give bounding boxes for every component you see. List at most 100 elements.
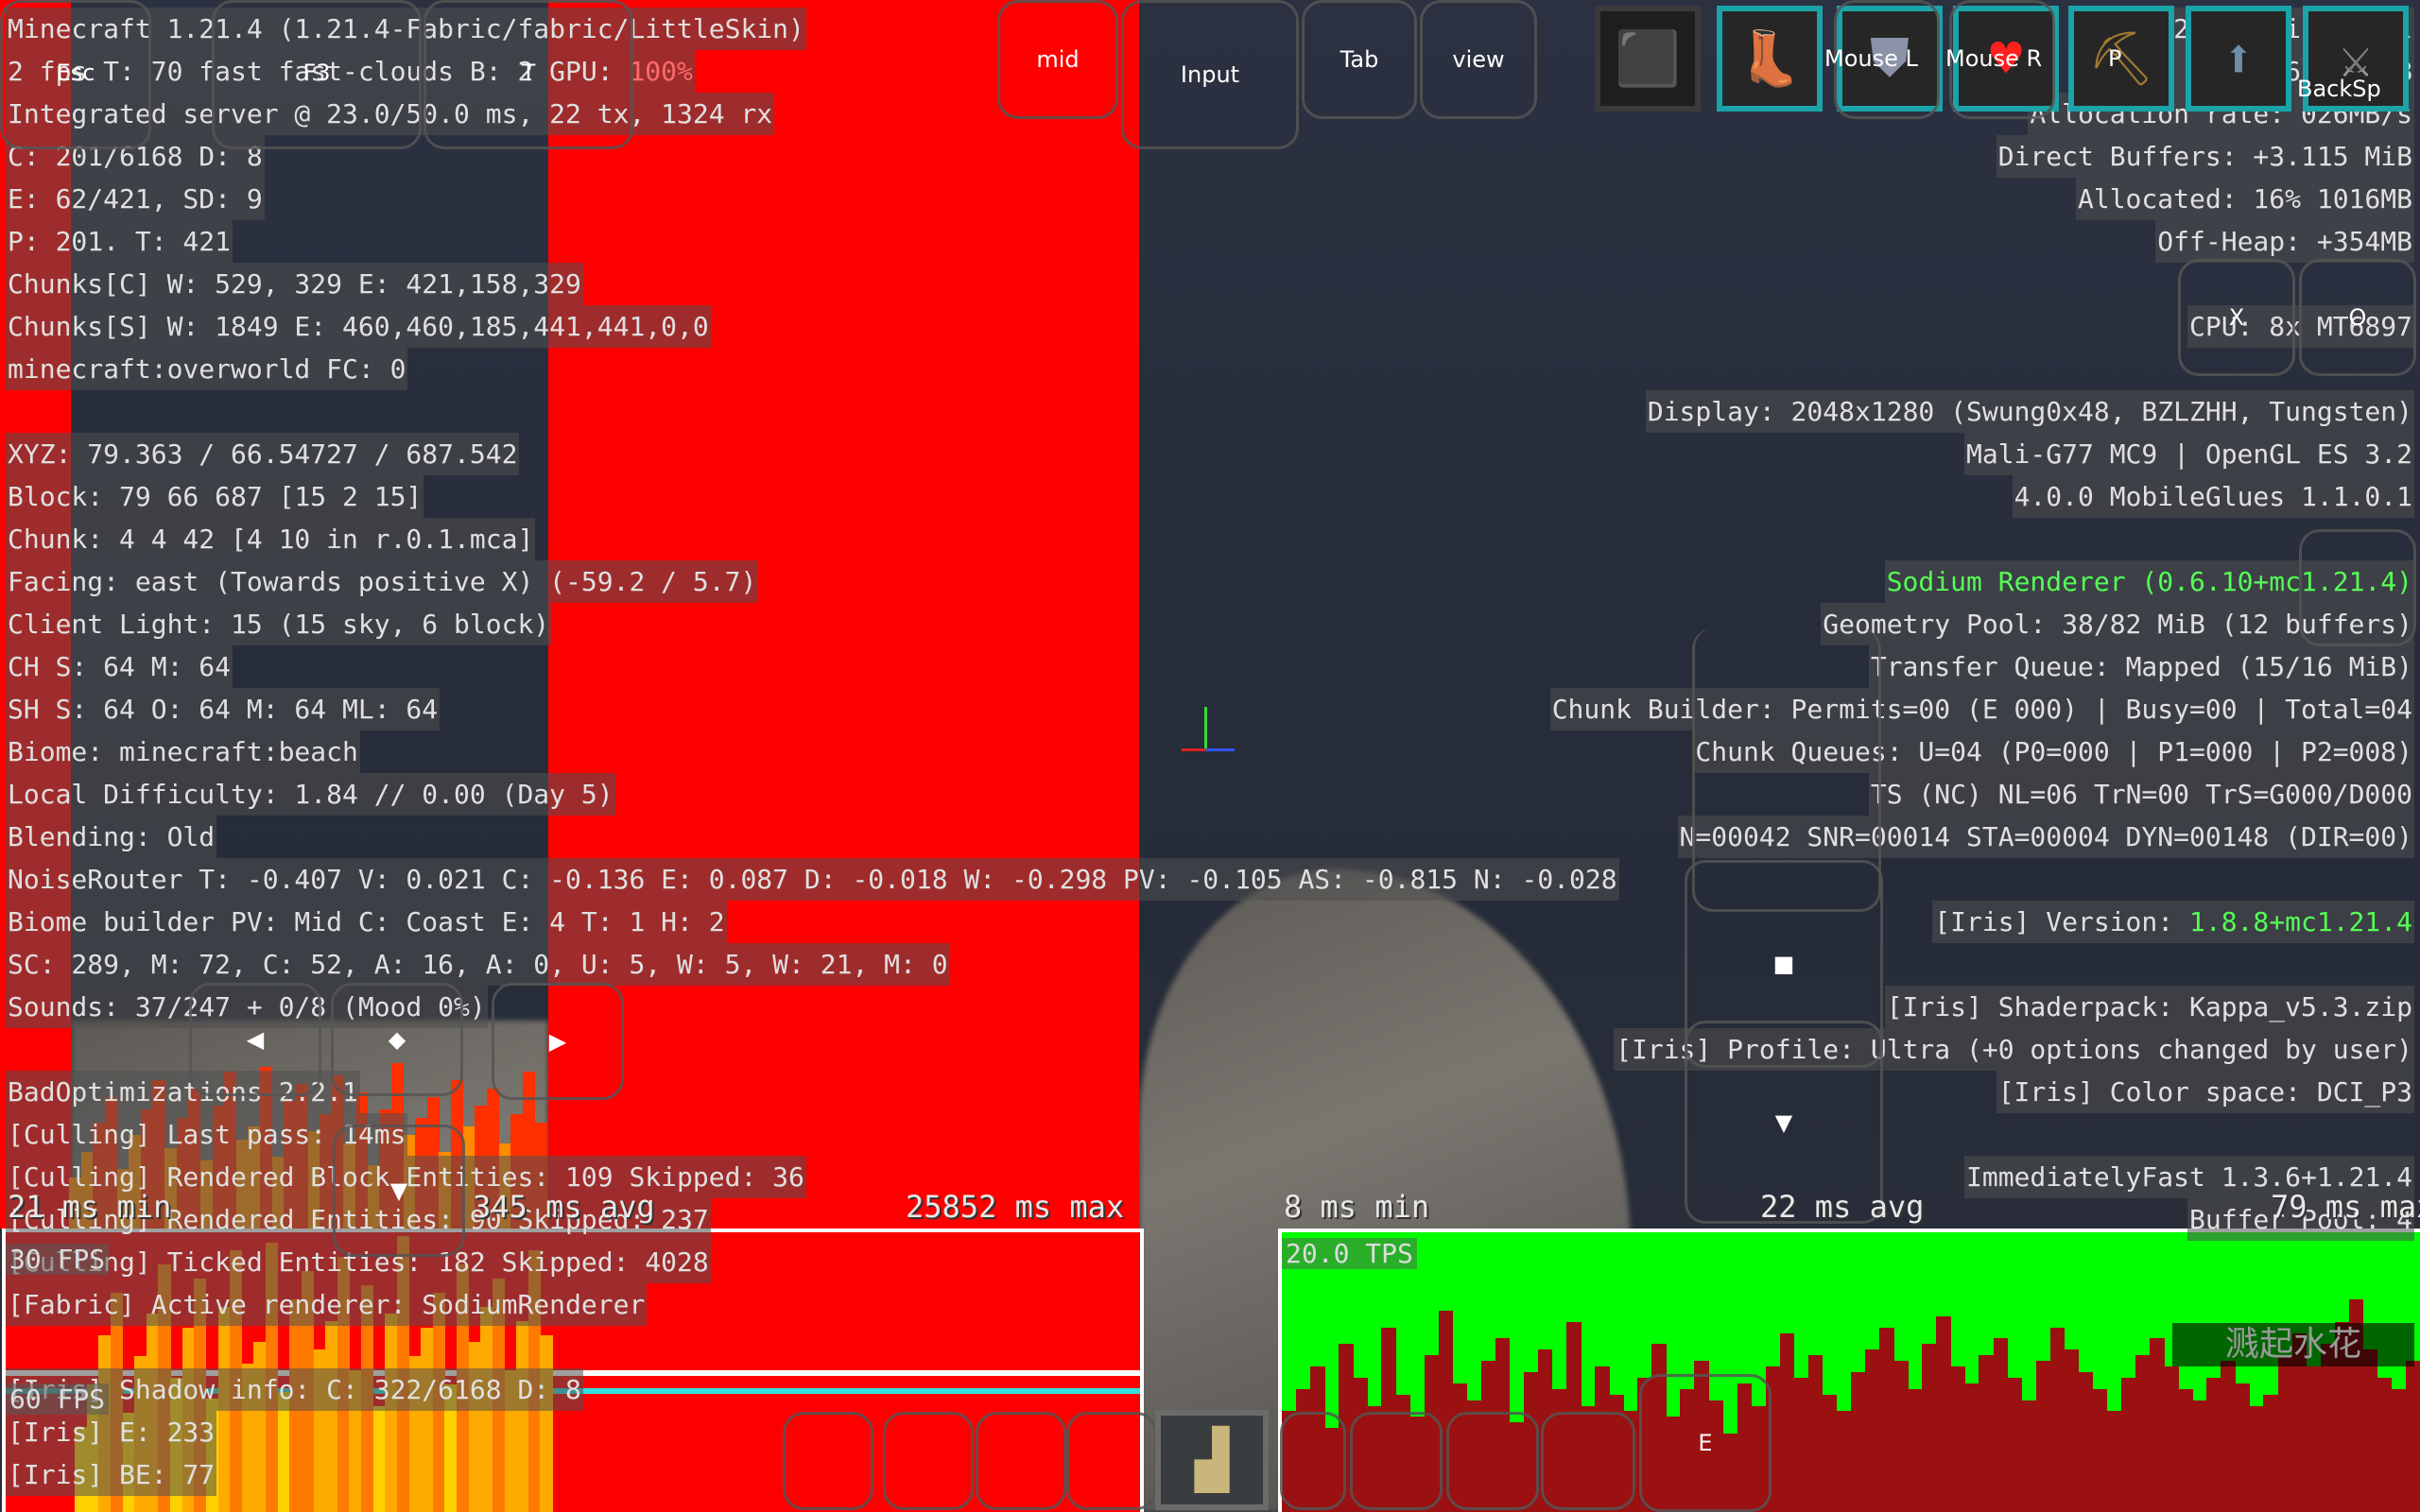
bottom-slot-4[interactable]: [1066, 1412, 1157, 1510]
tick-bar: [1950, 1366, 1965, 1512]
left-debug-line: CH S: 64 M: 64: [6, 645, 233, 688]
tick-bar: [2221, 1361, 2236, 1512]
bottom-slot-1[interactable]: [783, 1412, 873, 1510]
bottom-slot-7[interactable]: [1350, 1412, 1443, 1510]
f3-label: F3: [302, 60, 331, 86]
input-button[interactable]: Input: [1121, 0, 1299, 149]
mouse-l-label: Mouse L: [1824, 45, 1918, 72]
left-debug-line: [Iris] BE: 77: [6, 1453, 217, 1496]
dpad-center[interactable]: ◆: [331, 983, 463, 1096]
debug-text: CH S: 64 M: 64: [6, 645, 233, 688]
o-button[interactable]: O: [2299, 259, 2416, 376]
tick-bar: [2164, 1366, 2179, 1512]
view-label: view: [1452, 46, 1505, 73]
mid-button[interactable]: mid: [997, 0, 1118, 119]
tps-label: 20.0 TPS: [1282, 1238, 1417, 1269]
dpad-left[interactable]: ◀: [189, 983, 321, 1096]
tick-bar: [2135, 1355, 2151, 1512]
side-button[interactable]: [2299, 529, 2416, 646]
tick-bar: [2277, 1355, 2293, 1512]
tick-bar: [2206, 1377, 2221, 1512]
debug-text: Allocated: 16% 1016MB: [2075, 178, 2414, 220]
tick-bar: [2064, 1349, 2080, 1512]
bottom-slot-8[interactable]: [1446, 1412, 1539, 1510]
debug-text: [Iris] Color space: DCI_P3: [1996, 1071, 2414, 1113]
speed-boots-icon: 👢: [1737, 28, 1803, 90]
frame-bar: [516, 1320, 529, 1512]
dpad-right[interactable]: ▶: [492, 983, 624, 1100]
f3-button[interactable]: F3: [212, 0, 422, 149]
frame-min-label: 21 ms min: [8, 1189, 172, 1225]
debug-text: P: 201. T: 421: [6, 220, 233, 263]
hotbar-slot-6[interactable]: ⬆: [2186, 6, 2291, 112]
bottom-slot-6[interactable]: [1280, 1412, 1346, 1510]
t-label: T: [521, 60, 536, 86]
left-debug-line: P: 201. T: 421: [6, 220, 233, 263]
right-debug-line: Chunk Builder: Permits=00 (E 000) | Busy…: [1549, 688, 2414, 730]
axis-y-line: [1204, 707, 1207, 749]
right-debug-line: Display: 2048x1280 (Swung0x48, BZLZHH, T…: [1645, 390, 2414, 433]
hotbar-selected-slot[interactable]: ▟: [1155, 1410, 1269, 1510]
debug-text-part: [Iris] Version:: [1934, 906, 2189, 937]
oak-stairs-icon: ▟: [1194, 1427, 1230, 1493]
tick-min-label: 8 ms min: [1284, 1189, 1430, 1225]
backsp-label: BackSp: [2297, 76, 2381, 102]
view-button[interactable]: view: [1420, 0, 1537, 119]
tick-bar: [1964, 1383, 1979, 1512]
arrow-up-icon: ⬆: [2222, 27, 2255, 90]
debug-text: Chunks[S] W: 1849 E: 460,460,185,441,441…: [6, 305, 711, 348]
o-label: O: [2348, 304, 2367, 331]
tick-bar: [1922, 1344, 1937, 1512]
left-debug-line: Biome builder PV: Mid C: Coast E: 4 T: 1…: [6, 901, 727, 943]
left-debug-line: E: 62/421, SD: 9: [6, 178, 265, 220]
sneak-icon: ▼: [1774, 1108, 1793, 1136]
tick-bar: [2120, 1377, 2136, 1512]
tab-button[interactable]: Tab: [1302, 0, 1417, 119]
debug-text-highlight: 1.8.8+mc1.21.4: [2188, 906, 2412, 937]
debug-text: XYZ: 79.363 / 66.54727 / 687.542: [6, 433, 520, 475]
left-debug-line: XYZ: 79.363 / 66.54727 / 687.542: [6, 433, 520, 475]
debug-text: [Iris] Version: 1.8.8+mc1.21.4: [1932, 901, 2414, 943]
sound-subtitle: 溅起水花: [2172, 1323, 2414, 1366]
left-debug-line: Facing: east (Towards positive X) (-59.2…: [6, 560, 759, 603]
tick-bar: [1807, 1355, 1824, 1512]
hotbar-slot-1[interactable]: ⬛: [1595, 6, 1701, 112]
t-button[interactable]: T: [424, 0, 633, 149]
tick-bar: [1865, 1349, 1880, 1512]
debug-text: Chunks[C] W: 529, 329 E: 421,158,329: [6, 263, 583, 305]
x-button[interactable]: X: [2178, 259, 2295, 376]
dpad-down-icon: ▼: [389, 1177, 408, 1204]
left-debug-line: Local Difficulty: 1.84 // 0.00 (Day 5): [6, 773, 615, 816]
tick-bar: [2078, 1372, 2094, 1512]
right-debug-line: [Iris] Version: 1.8.8+mc1.21.4: [1932, 901, 2414, 943]
bottom-slot-3[interactable]: [976, 1412, 1066, 1510]
frame-bar: [253, 1342, 267, 1512]
bottom-slot-2[interactable]: [883, 1412, 974, 1510]
debug-text: Transfer Queue: Mapped (15/16 MiB): [1868, 645, 2414, 688]
left-debug-line: Block: 79 66 687 [15 2 15]: [6, 475, 424, 518]
tick-bar: [1893, 1361, 1909, 1512]
tick-bar: [2192, 1400, 2207, 1512]
tick-max-label: 79 ms max: [2271, 1189, 2420, 1225]
tick-bar: [2249, 1405, 2264, 1512]
tick-bar: [1779, 1332, 1795, 1512]
inventory-e-button[interactable]: E: [1639, 1374, 1772, 1512]
right-debug-line: [Iris] Shaderpack: Kappa_v5.3.zip: [1884, 986, 2414, 1028]
hotbar-slot-2[interactable]: 👢: [1717, 6, 1823, 112]
debug-text: Blending: Old: [6, 816, 217, 858]
debug-text: Biome: minecraft:beach: [6, 730, 360, 773]
debug-text: Display: 2048x1280 (Swung0x48, BZLZHH, T…: [1645, 390, 2414, 433]
debug-text: Local Difficulty: 1.84 // 0.00 (Day 5): [6, 773, 615, 816]
bottom-slot-9[interactable]: [1541, 1412, 1635, 1510]
right-debug-line: Allocated: 16% 1016MB: [2075, 178, 2414, 220]
tick-bar: [1822, 1394, 1838, 1512]
dpad-down[interactable]: ▼: [333, 1125, 465, 1257]
left-debug-line: Chunks[C] W: 529, 329 E: 421,158,329: [6, 263, 583, 305]
left-debug-line: Biome: minecraft:beach: [6, 730, 360, 773]
tick-bar: [2405, 1361, 2420, 1512]
jump-icon: ■: [1772, 951, 1795, 977]
debug-text: Off-Heap: +354MB: [2155, 220, 2414, 263]
debug-text: Facing: east (Towards positive X) (-59.2…: [6, 560, 759, 603]
esc-button[interactable]: Esc: [0, 0, 151, 149]
tick-bar: [2021, 1400, 2037, 1512]
